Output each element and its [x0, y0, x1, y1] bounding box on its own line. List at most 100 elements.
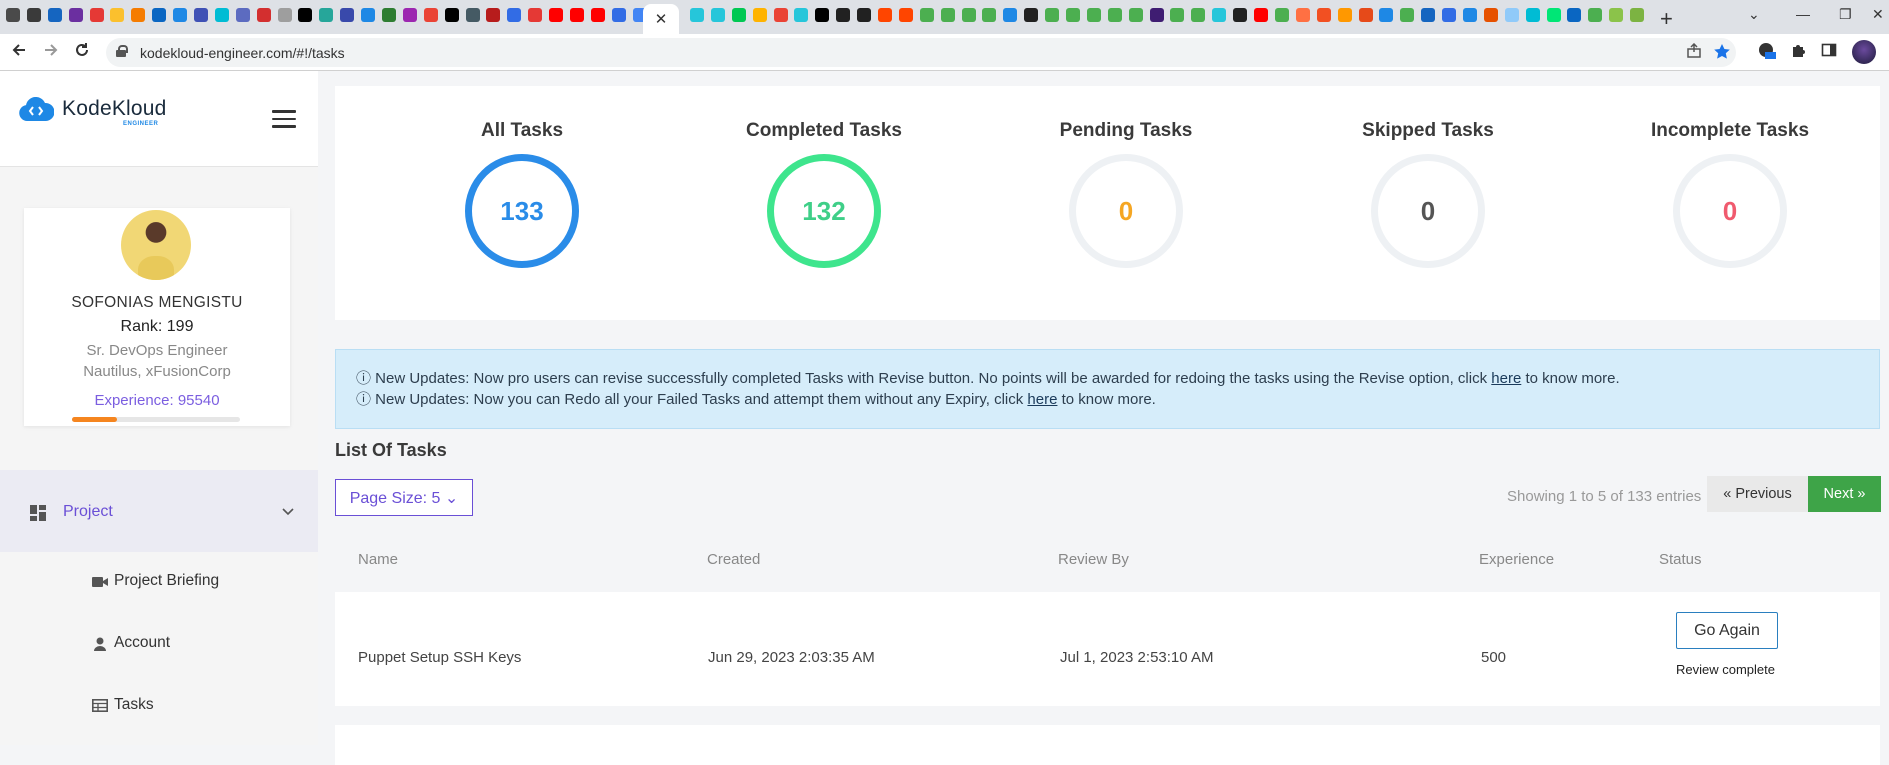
close-window-button[interactable]: ✕ [1872, 6, 1884, 23]
maximize-button[interactable]: ❐ [1839, 6, 1852, 23]
tab-favicon[interactable] [1567, 8, 1582, 22]
tab-favicon[interactable] [382, 8, 397, 22]
hamburger-menu-icon[interactable] [272, 110, 296, 128]
sidebar-item-account[interactable]: Account [92, 634, 170, 652]
active-tab[interactable]: ✕ [643, 4, 679, 34]
tab-favicon[interactable] [982, 8, 997, 22]
tab-favicon[interactable] [402, 8, 417, 22]
column-header-experience[interactable]: Experience [1479, 551, 1554, 568]
extensions-puzzle-icon[interactable] [1790, 42, 1806, 63]
tab-favicon[interactable] [1274, 8, 1289, 22]
next-page-button[interactable]: Next » [1808, 476, 1881, 512]
tab-favicon[interactable] [1170, 8, 1185, 22]
tab-favicon[interactable] [1462, 8, 1477, 22]
go-again-button[interactable]: Go Again [1676, 612, 1778, 649]
tab-favicon[interactable] [1483, 8, 1498, 22]
tab-favicon[interactable] [528, 8, 543, 22]
tab-favicon[interactable] [423, 8, 438, 22]
lock-icon[interactable] [116, 45, 128, 57]
tab-favicon[interactable] [1295, 8, 1310, 22]
tab-favicon[interactable] [773, 8, 788, 22]
column-header-created[interactable]: Created [707, 551, 760, 568]
tab-search-icon[interactable]: ⌄ [1748, 6, 1760, 23]
tab-favicon[interactable] [1045, 8, 1060, 22]
side-panel-icon[interactable] [1821, 42, 1837, 63]
tab-favicon[interactable] [731, 8, 746, 22]
tab-favicon[interactable] [173, 8, 188, 22]
previous-page-button[interactable]: « Previous [1707, 476, 1808, 512]
tab-favicon[interactable] [1421, 8, 1436, 22]
logo-text[interactable]: KodeKloud [62, 97, 167, 121]
reload-icon[interactable] [73, 41, 91, 64]
tab-favicon[interactable] [277, 8, 292, 22]
tab-favicon[interactable] [1525, 8, 1540, 22]
tab-favicon[interactable] [507, 8, 522, 22]
tab-favicon[interactable] [710, 8, 725, 22]
tab-favicon[interactable] [898, 8, 913, 22]
tab-favicon[interactable] [131, 8, 146, 22]
tab-favicon[interactable] [1107, 8, 1122, 22]
tab-favicon[interactable] [465, 8, 480, 22]
tab-favicon[interactable] [1128, 8, 1143, 22]
tab-favicon[interactable] [1149, 8, 1164, 22]
tab-favicon[interactable] [836, 8, 851, 22]
tab-favicon[interactable] [1609, 8, 1624, 22]
tab-favicon[interactable] [194, 8, 209, 22]
bookmark-star-icon[interactable] [1713, 43, 1731, 66]
tab-favicon[interactable] [152, 8, 167, 22]
tab-favicon[interactable] [1254, 8, 1269, 22]
column-header-status[interactable]: Status [1659, 551, 1702, 568]
back-arrow-icon[interactable] [10, 41, 28, 64]
tab-favicon[interactable] [89, 8, 104, 22]
tab-favicon[interactable] [1003, 8, 1018, 22]
tab-favicon[interactable] [214, 8, 229, 22]
tab-favicon[interactable] [1358, 8, 1373, 22]
tab-favicon[interactable] [590, 8, 605, 22]
tab-favicon[interactable] [235, 8, 250, 22]
tab-favicon[interactable] [752, 8, 767, 22]
share-icon[interactable] [1686, 42, 1702, 64]
tab-favicon[interactable] [549, 8, 564, 22]
tab-favicon[interactable] [878, 8, 893, 22]
tab-favicon[interactable] [690, 8, 704, 22]
tab-favicon[interactable] [1379, 8, 1394, 22]
chevron-down-icon[interactable] [282, 504, 294, 519]
minimize-button[interactable]: — [1796, 6, 1810, 22]
tab-favicon[interactable] [1316, 8, 1331, 22]
revise-info-link[interactable]: here [1491, 370, 1521, 387]
tab-favicon[interactable] [1024, 8, 1039, 22]
tab-favicon[interactable] [256, 8, 271, 22]
forward-arrow-icon[interactable] [42, 41, 60, 64]
tab-favicon[interactable] [298, 8, 313, 22]
sidebar-item-project[interactable]: Project [0, 470, 318, 552]
tab-favicon[interactable] [1086, 8, 1101, 22]
tab-favicon[interactable] [340, 8, 355, 22]
tab-favicon[interactable] [110, 8, 125, 22]
sidebar-item-project-briefing[interactable]: Project Briefing [92, 572, 219, 590]
tab-favicon[interactable] [1630, 8, 1645, 22]
tab-favicon[interactable] [570, 8, 585, 22]
tab-favicon[interactable] [1400, 8, 1415, 22]
tab-favicon[interactable] [68, 8, 83, 22]
column-header-review-by[interactable]: Review By [1058, 551, 1129, 568]
tab-favicon[interactable] [1212, 8, 1227, 22]
tab-favicon[interactable] [1442, 8, 1457, 22]
kodekloud-logo-icon[interactable] [18, 97, 54, 123]
column-header-name[interactable]: Name [358, 551, 398, 568]
tab-favicon[interactable] [1337, 8, 1352, 22]
sidebar-item-tasks[interactable]: Tasks [92, 696, 154, 714]
redo-info-link[interactable]: here [1027, 391, 1057, 408]
new-tab-button[interactable]: + [1660, 6, 1673, 32]
tab-favicon[interactable] [1233, 8, 1248, 22]
tab-favicon[interactable] [6, 8, 20, 22]
tab-favicon[interactable] [857, 8, 872, 22]
tab-favicon[interactable] [486, 8, 501, 22]
tab-favicon[interactable] [26, 8, 41, 22]
tab-favicon[interactable] [361, 8, 376, 22]
tab-favicon[interactable] [319, 8, 334, 22]
extension-nl-icon[interactable] [1758, 42, 1776, 65]
address-bar[interactable]: kodekloud-engineer.com/#!/tasks [106, 38, 1736, 67]
tab-favicon[interactable] [794, 8, 809, 22]
tab-favicon[interactable] [1546, 8, 1561, 22]
tab-favicon[interactable] [815, 8, 830, 22]
